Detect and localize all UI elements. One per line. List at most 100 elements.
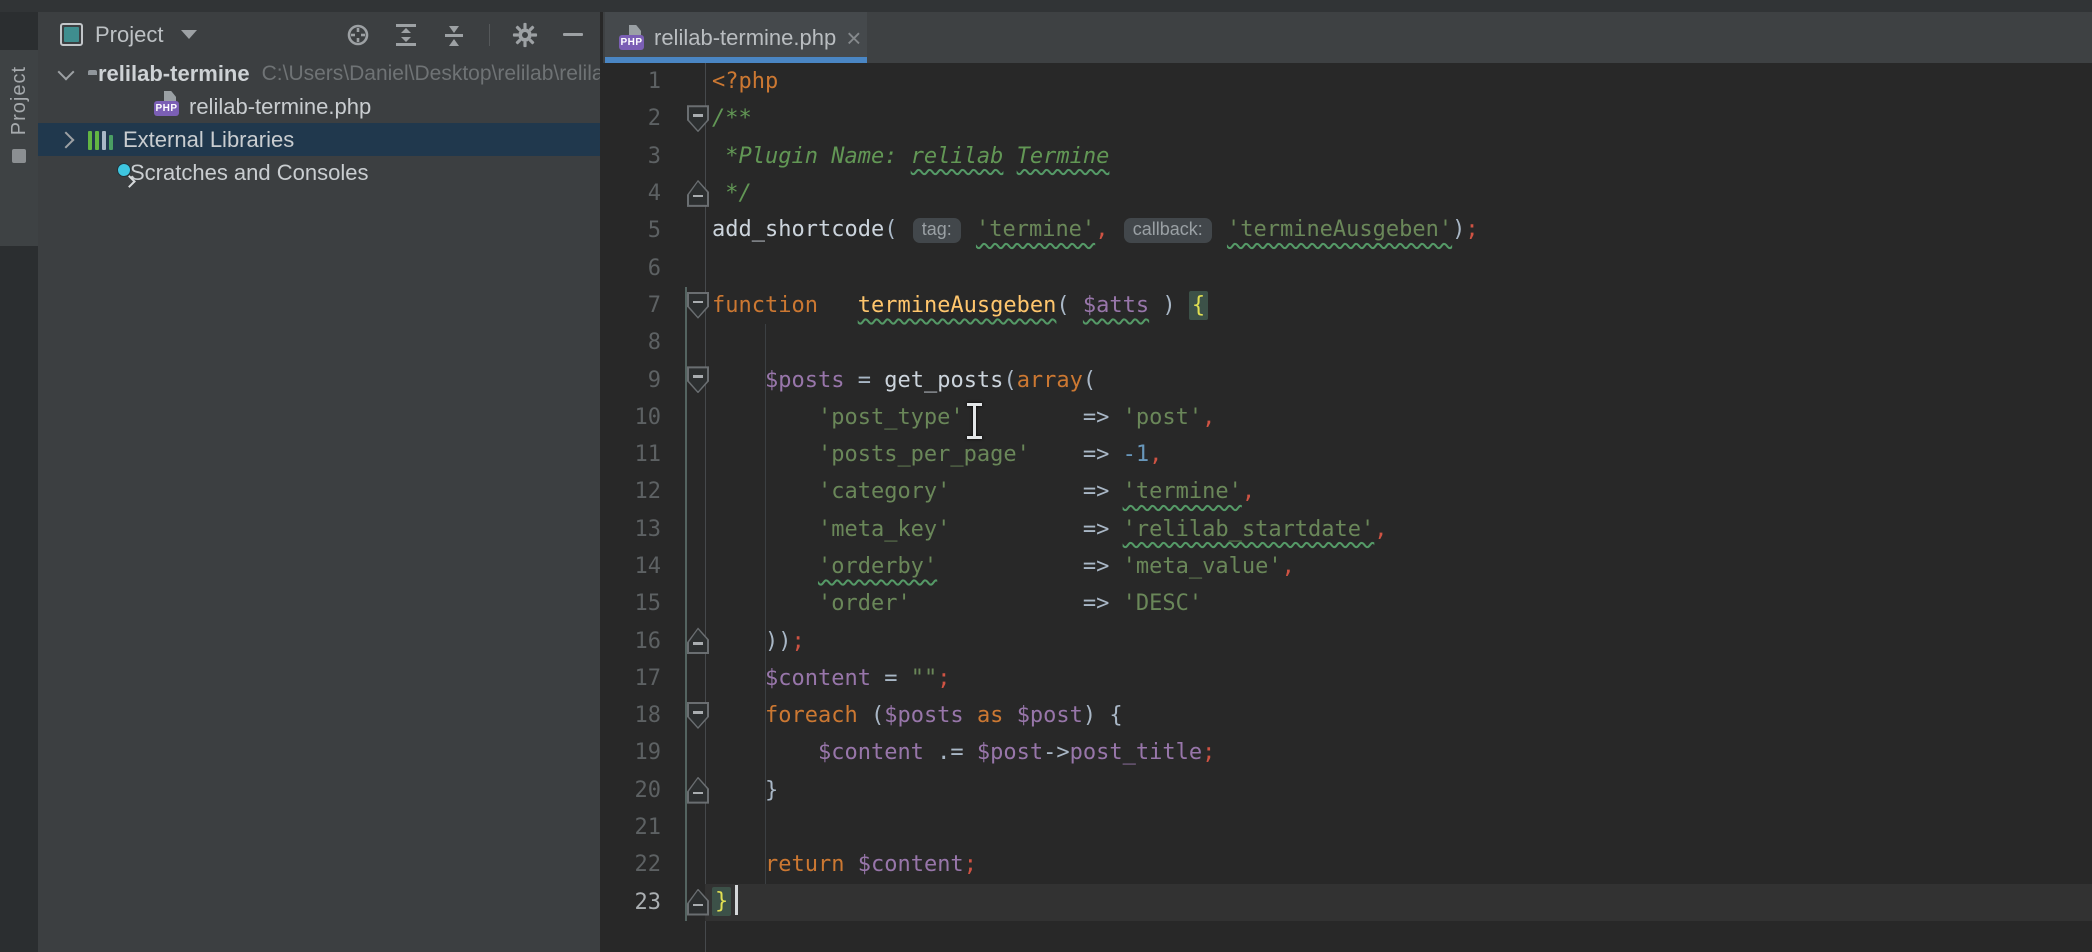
fold-slot xyxy=(669,846,712,883)
tree-item-relilab-termine-php[interactable]: PHPrelilab-termine.php xyxy=(38,90,600,123)
code-lines: 1 <?php 2 /** 3 *Plugin Name: relilab Termin… xyxy=(603,63,2092,921)
code-line-13[interactable]: 13 'meta_key' => 'relilab_startdate', xyxy=(603,511,2092,548)
code-line-8[interactable]: 8 xyxy=(603,324,2092,361)
fold-start-icon[interactable] xyxy=(687,292,709,319)
fold-end-icon[interactable] xyxy=(687,180,709,207)
project-panel-title: Project xyxy=(95,22,163,48)
hide-icon[interactable] xyxy=(560,22,586,48)
stripe-button-project[interactable]: Project xyxy=(0,50,38,246)
code-line-4[interactable]: 4 */ xyxy=(603,175,2092,212)
code-line-6[interactable]: 6 xyxy=(603,249,2092,286)
code-text: 'posts_per_page' => -1, xyxy=(712,442,1162,467)
code-text: } xyxy=(712,885,738,919)
fold-slot xyxy=(669,138,712,175)
code-text: <?php xyxy=(712,69,778,94)
fold-end-icon[interactable] xyxy=(687,889,709,916)
code-text: $posts = get_posts(array( xyxy=(712,368,1096,393)
line-number[interactable]: 23 xyxy=(603,890,669,915)
expand-all-icon[interactable] xyxy=(393,22,419,48)
code-line-22[interactable]: 22 return $content; xyxy=(603,846,2092,883)
line-number[interactable]: 12 xyxy=(603,479,669,504)
fold-slot xyxy=(669,548,712,585)
code-line-5[interactable]: 5add_shortcode( tag: 'termine', callback… xyxy=(603,212,2092,249)
fold-slot xyxy=(669,361,712,398)
fold-slot xyxy=(669,473,712,510)
line-number[interactable]: 16 xyxy=(603,629,669,654)
code-text: return $content; xyxy=(712,852,977,877)
line-number[interactable]: 20 xyxy=(603,778,669,803)
libraries-icon xyxy=(88,130,113,150)
close-icon[interactable]: × xyxy=(846,28,861,48)
code-text: 'order' => 'DESC' xyxy=(712,591,1202,616)
settings-icon[interactable] xyxy=(512,22,538,48)
code-text: /** xyxy=(712,106,752,131)
tree-item-label: Scratches and Consoles xyxy=(130,160,368,186)
code-text: foreach ($posts as $post) { xyxy=(712,703,1123,728)
fold-slot xyxy=(669,585,712,622)
fold-slot xyxy=(669,287,712,324)
tree-item-relilab-termine[interactable]: relilab-termineC:\Users\Daniel\Desktop\r… xyxy=(38,57,600,90)
code-line-1[interactable]: 1 <?php xyxy=(603,63,2092,100)
code-line-9[interactable]: 9 $posts = get_posts(array( xyxy=(603,361,2092,398)
code-line-7[interactable]: 7 function termineAusgeben( $atts ) { xyxy=(603,287,2092,324)
fold-start-icon[interactable] xyxy=(687,366,709,393)
code-text: function termineAusgeben( $atts ) { xyxy=(712,293,1208,318)
code-line-15[interactable]: 15 'order' => 'DESC' xyxy=(603,585,2092,622)
code-line-11[interactable]: 11 'posts_per_page' => -1, xyxy=(603,436,2092,473)
php-file-icon: PHP xyxy=(619,25,644,50)
line-number[interactable]: 4 xyxy=(603,181,669,206)
code-line-18[interactable]: 18 foreach ($posts as $post) { xyxy=(603,697,2092,734)
code-line-20[interactable]: 20 } xyxy=(603,772,2092,809)
fold-slot xyxy=(669,697,712,734)
fold-slot xyxy=(669,734,712,771)
line-number[interactable]: 13 xyxy=(603,517,669,542)
line-number[interactable]: 22 xyxy=(603,852,669,877)
tab-relilab-termine-php[interactable]: PHP relilab-termine.php × xyxy=(605,12,867,63)
line-number[interactable]: 21 xyxy=(603,815,669,840)
line-number[interactable]: 17 xyxy=(603,666,669,691)
chevron-right-icon[interactable] xyxy=(58,131,75,148)
tree-item-scratches-and-consoles[interactable]: Scratches and Consoles xyxy=(38,156,600,189)
code-line-12[interactable]: 12 'category' => 'termine', xyxy=(603,473,2092,510)
line-number[interactable]: 10 xyxy=(603,405,669,430)
code-line-14[interactable]: 14 'orderby' => 'meta_value', xyxy=(603,548,2092,585)
line-number[interactable]: 6 xyxy=(603,256,669,281)
line-number[interactable]: 3 xyxy=(603,144,669,169)
code-line-23[interactable]: 23} xyxy=(603,884,2092,921)
chevron-down-icon[interactable] xyxy=(181,30,197,39)
line-number[interactable]: 5 xyxy=(603,218,669,243)
fold-end-icon[interactable] xyxy=(687,627,709,654)
code-editor[interactable]: 1 <?php 2 /** 3 *Plugin Name: relilab Termin… xyxy=(603,63,2092,952)
code-line-3[interactable]: 3 *Plugin Name: relilab Termine xyxy=(603,138,2092,175)
line-number[interactable]: 9 xyxy=(603,368,669,393)
fold-slot xyxy=(669,809,712,846)
fold-start-icon[interactable] xyxy=(687,702,709,729)
fold-slot xyxy=(669,175,712,212)
collapse-all-icon[interactable] xyxy=(441,22,467,48)
chevron-spacer xyxy=(94,168,104,178)
line-number[interactable]: 8 xyxy=(603,330,669,355)
line-number[interactable]: 7 xyxy=(603,293,669,318)
line-number[interactable]: 14 xyxy=(603,554,669,579)
code-line-19[interactable]: 19 $content .= $post->post_title; xyxy=(603,734,2092,771)
fold-slot xyxy=(669,660,712,697)
line-number[interactable]: 15 xyxy=(603,591,669,616)
code-line-17[interactable]: 17 $content = ""; xyxy=(603,660,2092,697)
tree-item-external-libraries[interactable]: External Libraries xyxy=(38,123,600,156)
chevron-down-icon[interactable] xyxy=(58,63,75,80)
fold-start-icon[interactable] xyxy=(687,105,709,132)
locate-icon[interactable] xyxy=(345,22,371,48)
line-number[interactable]: 18 xyxy=(603,703,669,728)
code-line-2[interactable]: 2 /** xyxy=(603,100,2092,137)
line-number[interactable]: 2 xyxy=(603,106,669,131)
fold-slot xyxy=(669,249,712,286)
line-number[interactable]: 11 xyxy=(603,442,669,467)
fold-end-icon[interactable] xyxy=(687,777,709,804)
line-number[interactable]: 1 xyxy=(603,69,669,94)
code-text: 'category' => 'termine', xyxy=(712,479,1255,504)
fold-slot xyxy=(669,212,712,249)
code-line-16[interactable]: 16 )); xyxy=(603,622,2092,659)
code-line-21[interactable]: 21 xyxy=(603,809,2092,846)
line-number[interactable]: 19 xyxy=(603,740,669,765)
code-line-10[interactable]: 10 'post_type' => 'post', xyxy=(603,399,2092,436)
